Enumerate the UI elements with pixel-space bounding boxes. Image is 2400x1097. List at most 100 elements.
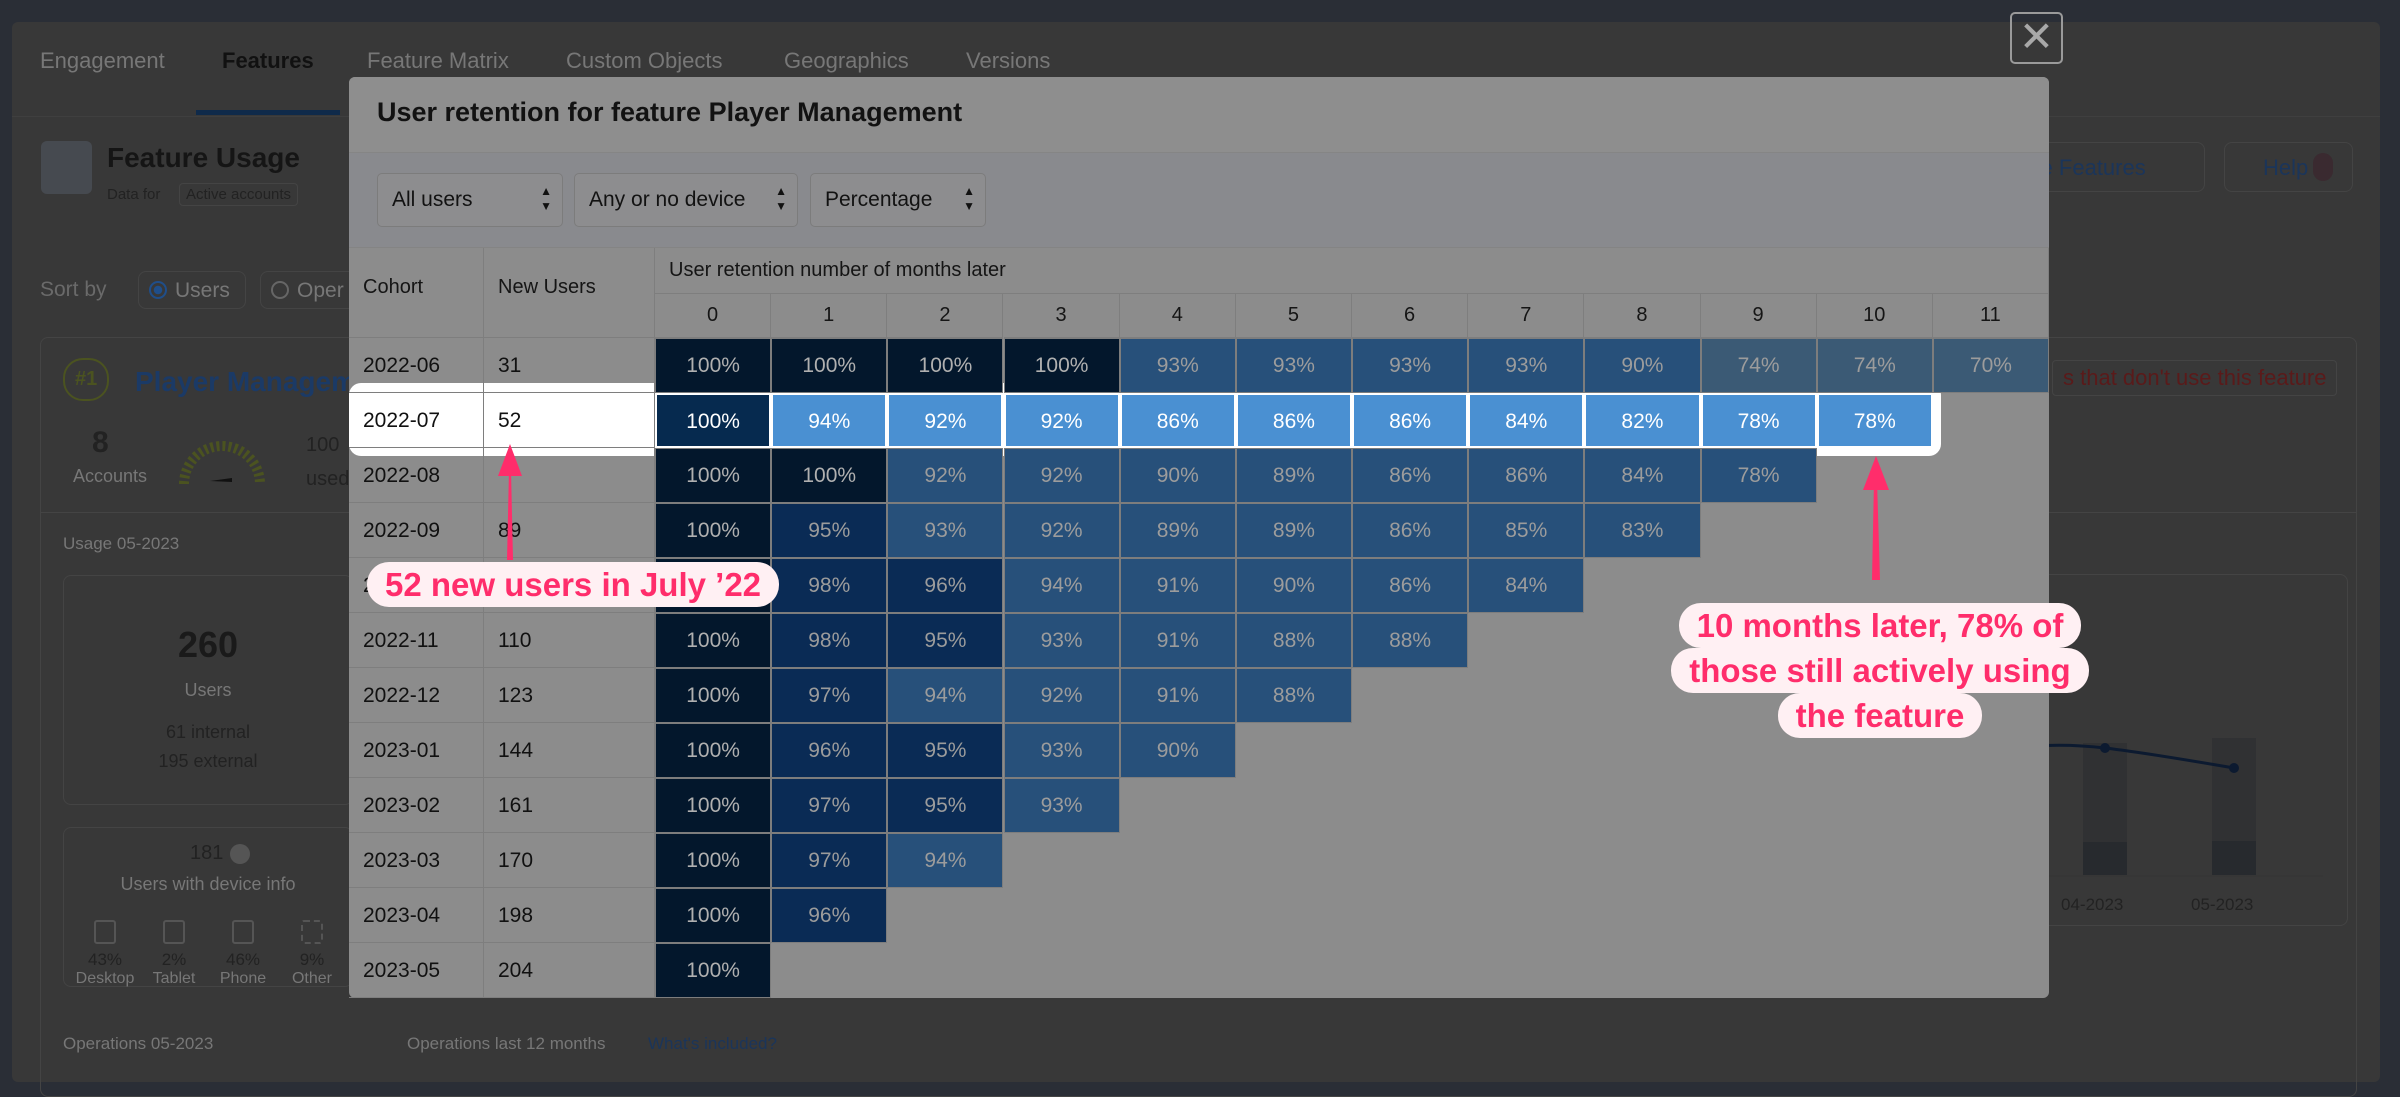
retention-cell[interactable]: 85%: [1468, 503, 1585, 558]
retention-cell[interactable]: 90%: [1584, 338, 1701, 393]
retention-cell[interactable]: 74%: [1700, 338, 1817, 393]
retention-cell[interactable]: 84%: [1468, 393, 1585, 448]
retention-cell[interactable]: 100%: [771, 448, 888, 503]
retention-cell[interactable]: 100%: [1003, 338, 1120, 393]
retention-cell[interactable]: 86%: [1352, 448, 1469, 503]
retention-cell[interactable]: 100%: [655, 613, 772, 668]
retention-cell[interactable]: 86%: [1352, 393, 1469, 448]
retention-cell[interactable]: 92%: [1003, 503, 1120, 558]
retention-cell[interactable]: 92%: [1003, 668, 1120, 723]
retention-cell[interactable]: 93%: [1003, 778, 1120, 833]
retention-cell[interactable]: 92%: [1003, 448, 1120, 503]
feature-name-link[interactable]: Player Managem: [135, 366, 356, 398]
help-button[interactable]: Help: [2224, 142, 2353, 192]
tab-custom-objects[interactable]: Custom Objects: [566, 48, 723, 74]
retention-cell[interactable]: 94%: [887, 668, 1004, 723]
sort-users-radio[interactable]: Users: [138, 271, 246, 309]
retention-cell[interactable]: 100%: [655, 778, 772, 833]
retention-cell[interactable]: 93%: [887, 503, 1004, 558]
retention-cell[interactable]: 94%: [1003, 558, 1120, 613]
cohort-label: 2023-03: [349, 833, 484, 888]
tab-feature-matrix[interactable]: Feature Matrix: [367, 48, 509, 74]
close-button[interactable]: ✕: [2010, 12, 2063, 64]
retention-cell[interactable]: 88%: [1352, 613, 1469, 668]
retention-cell[interactable]: 95%: [771, 503, 888, 558]
retention-cell[interactable]: 92%: [887, 448, 1004, 503]
retention-cell[interactable]: 93%: [1468, 338, 1585, 393]
retention-cell[interactable]: 86%: [1235, 393, 1352, 448]
tab-features[interactable]: Features: [222, 48, 314, 74]
retention-cell[interactable]: 94%: [887, 833, 1004, 888]
retention-cell[interactable]: 78%: [1700, 448, 1817, 503]
retention-cell[interactable]: 100%: [655, 668, 772, 723]
retention-cell[interactable]: 91%: [1119, 613, 1236, 668]
retention-cell[interactable]: 100%: [655, 888, 772, 943]
retention-cell[interactable]: 78%: [1816, 393, 1933, 448]
cohort-header: Cohort: [349, 248, 484, 338]
retention-cell[interactable]: 100%: [655, 943, 772, 998]
whats-included-link[interactable]: What's included?: [648, 1034, 777, 1054]
retention-cell[interactable]: 96%: [771, 723, 888, 778]
retention-cell[interactable]: 100%: [655, 448, 772, 503]
retention-cell[interactable]: 92%: [887, 393, 1004, 448]
tab-versions[interactable]: Versions: [966, 48, 1050, 74]
retention-cell[interactable]: 92%: [1003, 393, 1120, 448]
retention-cell[interactable]: 70%: [1932, 338, 2050, 393]
retention-cell[interactable]: 86%: [1352, 503, 1469, 558]
retention-cell[interactable]: 84%: [1468, 558, 1585, 613]
retention-cell[interactable]: 84%: [1584, 448, 1701, 503]
retention-cell[interactable]: 83%: [1584, 503, 1701, 558]
retention-cell[interactable]: 93%: [1003, 613, 1120, 668]
retention-cell[interactable]: 88%: [1235, 613, 1352, 668]
retention-cell[interactable]: 93%: [1352, 338, 1469, 393]
retention-cell[interactable]: 100%: [655, 503, 772, 558]
retention-cell[interactable]: 88%: [1235, 668, 1352, 723]
retention-cell[interactable]: 95%: [887, 723, 1004, 778]
gauge-icon: [179, 441, 265, 485]
retention-cell[interactable]: 91%: [1119, 558, 1236, 613]
active-accounts-badge[interactable]: Active accounts: [179, 183, 299, 206]
cohort-label: 2023-02: [349, 778, 484, 833]
retention-cell[interactable]: 100%: [655, 393, 772, 448]
retention-cell[interactable]: 89%: [1235, 503, 1352, 558]
retention-cell[interactable]: 86%: [1352, 558, 1469, 613]
retention-cell[interactable]: 97%: [771, 668, 888, 723]
retention-cell[interactable]: 91%: [1119, 668, 1236, 723]
retention-cell[interactable]: 95%: [887, 613, 1004, 668]
retention-cell[interactable]: 86%: [1468, 448, 1585, 503]
retention-cell[interactable]: 100%: [655, 833, 772, 888]
user-type-select[interactable]: All users ▲ ▼: [377, 173, 563, 227]
retention-cell[interactable]: 89%: [1235, 448, 1352, 503]
display-mode-select[interactable]: Percentage ▲ ▼: [810, 173, 986, 227]
annotation-retention: 10 months later, 78% of those still activ…: [1640, 603, 2120, 738]
sort-operations-radio[interactable]: Oper: [260, 271, 360, 309]
device-select[interactable]: Any or no device ▲ ▼: [574, 173, 798, 227]
retention-cell[interactable]: 100%: [655, 338, 772, 393]
retention-cell[interactable]: 100%: [887, 338, 1004, 393]
retention-cell[interactable]: 96%: [771, 888, 888, 943]
retention-cell[interactable]: 86%: [1119, 393, 1236, 448]
tab-geographics[interactable]: Geographics: [784, 48, 909, 74]
tab-engagement[interactable]: Engagement: [40, 48, 165, 74]
info-icon[interactable]: [230, 844, 250, 864]
retention-cell[interactable]: 82%: [1584, 393, 1701, 448]
retention-cell[interactable]: 98%: [771, 558, 888, 613]
retention-cell[interactable]: 93%: [1119, 338, 1236, 393]
retention-cell[interactable]: 93%: [1003, 723, 1120, 778]
retention-cell[interactable]: 96%: [887, 558, 1004, 613]
retention-cell[interactable]: 78%: [1700, 393, 1817, 448]
retention-cell[interactable]: 90%: [1119, 448, 1236, 503]
retention-cell[interactable]: 74%: [1816, 338, 1933, 393]
retention-cell[interactable]: 100%: [655, 723, 772, 778]
non-usage-warning[interactable]: s that don't use this feature: [2052, 360, 2338, 396]
retention-cell[interactable]: 97%: [771, 778, 888, 833]
retention-cell[interactable]: 95%: [887, 778, 1004, 833]
retention-cell[interactable]: 98%: [771, 613, 888, 668]
retention-cell[interactable]: 90%: [1235, 558, 1352, 613]
retention-cell[interactable]: 100%: [771, 338, 888, 393]
retention-cell[interactable]: 94%: [771, 393, 888, 448]
retention-cell[interactable]: 90%: [1119, 723, 1236, 778]
retention-cell[interactable]: 97%: [771, 833, 888, 888]
retention-cell[interactable]: 89%: [1119, 503, 1236, 558]
retention-cell[interactable]: 93%: [1235, 338, 1352, 393]
